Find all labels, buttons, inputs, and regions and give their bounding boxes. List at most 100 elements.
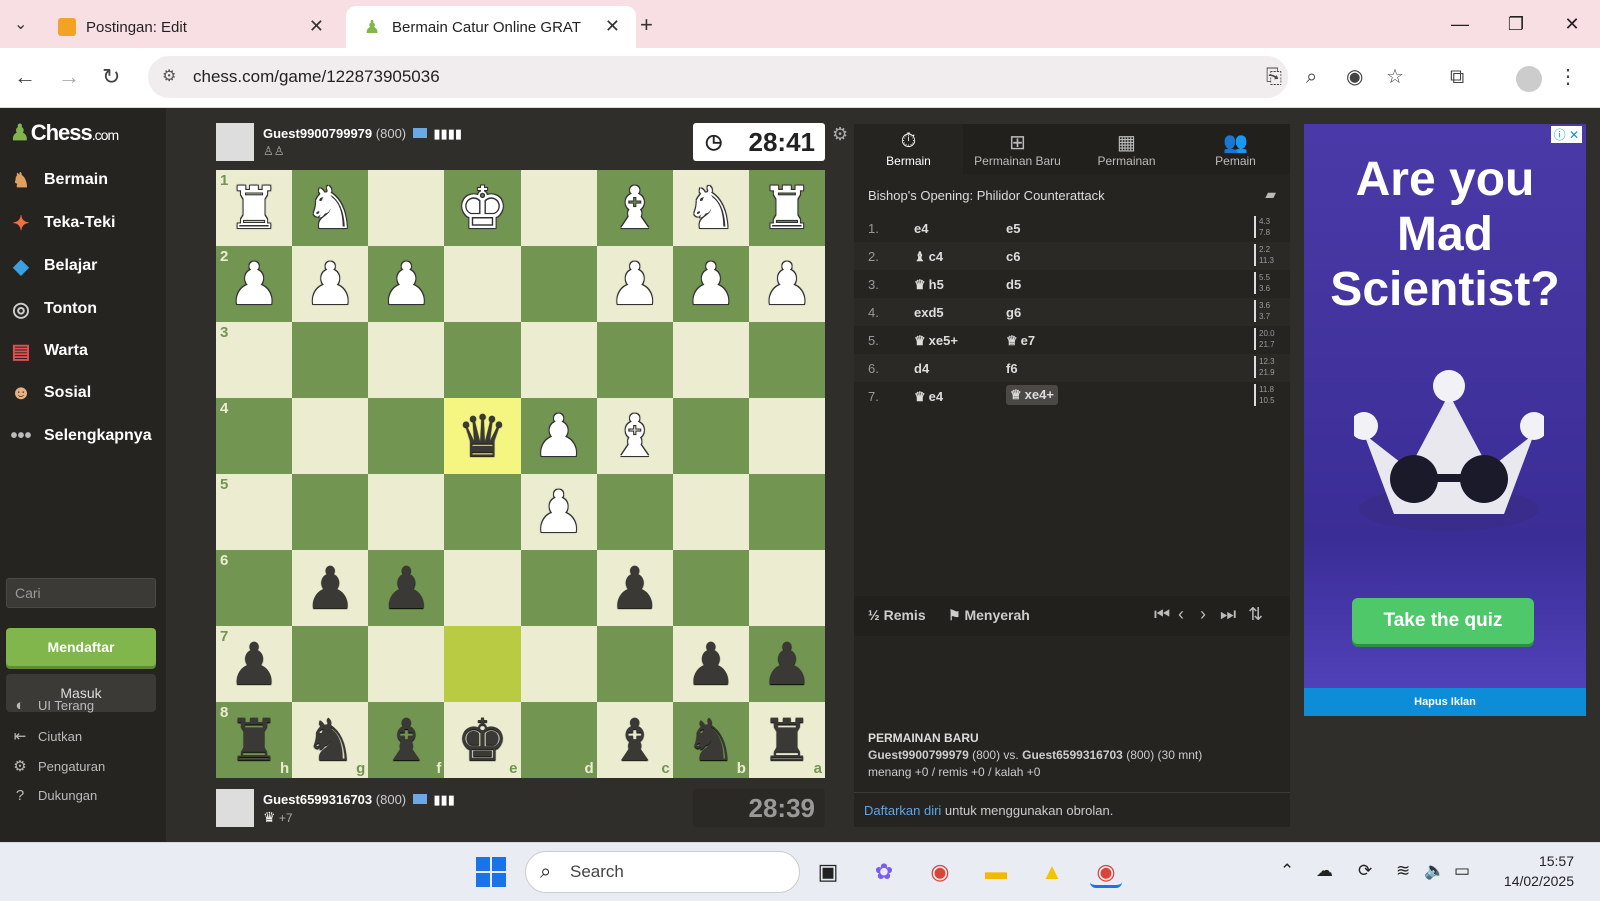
chess-board[interactable]: 1 ♜ ♞ ♚ ♝ ♞ ♜ 2 ♟ ♟ ♟ ♟ ♟ ♟ 3 4 ♛ ♟ ♝ 5 ♟ 6 ♟ ♟ ♟ 7 ♟ ♟ ♟ 8 h ♜ g ♞ f ♝ e ♚ d c… — [216, 170, 825, 778]
board-square[interactable]: ♟ — [368, 246, 445, 322]
board-square[interactable]: c ♝ — [596, 702, 673, 778]
board-square[interactable]: 8 h ♜ — [216, 702, 293, 778]
board-square[interactable]: ♝ — [596, 170, 673, 246]
chess-logo[interactable]: ♟Chess.com — [10, 120, 119, 146]
black-move[interactable]: g6 — [1006, 305, 1021, 320]
board-square[interactable] — [596, 626, 673, 702]
tab-permainan[interactable]: ▦ Permainan — [1072, 124, 1181, 174]
board-square[interactable]: 3 — [216, 322, 293, 398]
black-move[interactable]: ♕ xe4+ — [1006, 385, 1058, 405]
onedrive-icon[interactable]: ☁ — [1316, 861, 1333, 881]
board-square[interactable] — [520, 170, 597, 246]
board-square[interactable]: 4 — [216, 398, 293, 474]
battery-icon[interactable]: ▭ — [1454, 861, 1470, 881]
app-triangle-icon[interactable]: ▲ — [1036, 856, 1068, 888]
black-pawn-icon[interactable]: ♟ — [761, 635, 813, 693]
close-tab-icon[interactable]: ✕ — [309, 16, 324, 37]
board-square[interactable]: 6 — [216, 550, 293, 626]
windows-start-icon[interactable] — [476, 857, 506, 887]
taskbar-search[interactable]: ⌕ Search — [525, 851, 800, 893]
board-square[interactable] — [520, 246, 597, 322]
profile-avatar[interactable] — [1516, 66, 1542, 92]
board-square[interactable] — [292, 474, 369, 550]
black-pawn-icon[interactable]: ♟ — [228, 635, 280, 693]
board-square[interactable]: ♞ — [672, 170, 749, 246]
board-square[interactable] — [672, 474, 749, 550]
new-game-player2[interactable]: Guest6599316703 — [1022, 748, 1123, 762]
white-rook-icon[interactable]: ♜ — [228, 179, 280, 237]
board-square[interactable] — [672, 322, 749, 398]
board-square[interactable]: 5 — [216, 474, 293, 550]
site-info-icon[interactable]: ⚙ — [162, 56, 176, 98]
new-tab-icon[interactable]: + — [640, 12, 653, 38]
black-bishop-icon[interactable]: ♝ — [380, 711, 432, 769]
back-icon[interactable]: ← — [14, 65, 36, 89]
board-square[interactable] — [748, 474, 825, 550]
board-square[interactable]: ♟ — [520, 474, 597, 550]
board-square[interactable]: ♟ — [672, 626, 749, 702]
menu-dots-icon[interactable]: ⋮ — [1558, 65, 1578, 89]
zoom-icon[interactable]: ⌕ — [1306, 65, 1317, 89]
white-rook-icon[interactable]: ♜ — [761, 179, 813, 237]
board-square[interactable] — [444, 626, 521, 702]
taskbar-clock[interactable]: 15:57 14/02/2025 — [1504, 851, 1574, 891]
board-square[interactable] — [596, 474, 673, 550]
file-explorer-icon[interactable]: ▬ — [980, 856, 1012, 888]
task-view-icon[interactable]: ▣ — [812, 856, 844, 888]
new-game-player1[interactable]: Guest9900799979 — [868, 748, 969, 762]
black-move[interactable]: ♕ e7 — [1006, 333, 1035, 349]
opening-name[interactable]: Bishop's Opening: Philidor Counterattack — [868, 188, 1105, 203]
remove-ads-link[interactable]: Hapus Iklan — [1304, 688, 1586, 716]
reload-icon[interactable]: ↻ — [102, 65, 120, 89]
white-move[interactable]: ♛ h5 — [914, 277, 944, 293]
black-knight-icon[interactable]: ♞ — [685, 711, 737, 769]
chrome-active-icon[interactable]: ◉ — [1090, 856, 1122, 888]
board-square[interactable] — [672, 550, 749, 626]
sidebar-item-warta[interactable]: ▤ Warta — [8, 335, 88, 367]
white-pawn-icon[interactable]: ♟ — [533, 483, 585, 541]
board-square[interactable] — [368, 322, 445, 398]
board-square[interactable] — [368, 626, 445, 702]
ad-close-icon[interactable]: ⓘ ✕ — [1550, 126, 1582, 143]
bottom-player-avatar[interactable] — [216, 789, 254, 827]
white-bishop-icon[interactable]: ♝ — [609, 179, 661, 237]
black-move[interactable]: f6 — [1006, 361, 1018, 376]
close-tab-icon[interactable]: ✕ — [605, 16, 620, 37]
board-square[interactable]: ♟ — [368, 550, 445, 626]
next-move-icon[interactable]: › — [1200, 604, 1206, 625]
flip-board-icon[interactable]: ⇅ — [1248, 604, 1263, 625]
black-rook-icon[interactable]: ♜ — [228, 711, 280, 769]
board-square[interactable] — [444, 474, 521, 550]
white-pawn-icon[interactable]: ♟ — [609, 255, 661, 313]
bottom-player-info[interactable]: Guest6599316703 (800) ▮▮▮ — [263, 792, 455, 808]
white-king-icon[interactable]: ♚ — [456, 179, 508, 237]
white-knight-icon[interactable]: ♞ — [685, 179, 737, 237]
volume-icon[interactable]: 🔈 — [1424, 861, 1445, 881]
black-pawn-icon[interactable]: ♟ — [304, 559, 356, 617]
draw-button[interactable]: ½ Remis — [868, 607, 926, 623]
board-square[interactable]: 2 ♟ — [216, 246, 293, 322]
board-square[interactable]: f ♝ — [368, 702, 445, 778]
last-move-icon[interactable]: ⏭ — [1220, 604, 1236, 625]
top-player-avatar[interactable] — [216, 123, 254, 161]
extensions-icon[interactable]: ⧉ — [1450, 65, 1464, 89]
sidebar-item-bermain[interactable]: ♞ Bermain — [8, 164, 108, 196]
sidebar-item-tonton[interactable]: ◎ Tonton — [8, 293, 97, 325]
tray-chevron-icon[interactable]: ⌃ — [1280, 861, 1294, 881]
sidebar-item-selengkapnya[interactable]: ••• Selengkapnya — [8, 420, 151, 452]
board-square[interactable]: ♚ — [444, 170, 521, 246]
board-square[interactable]: 1 ♜ — [216, 170, 293, 246]
tab-pemain[interactable]: 👥 Pemain — [1181, 124, 1290, 174]
board-square[interactable] — [292, 626, 369, 702]
black-king-icon[interactable]: ♚ — [456, 711, 508, 769]
white-pawn-icon[interactable]: ♟ — [228, 255, 280, 313]
sidebar-collapse[interactable]: ⇤ Ciutkan — [10, 727, 82, 745]
forward-icon[interactable]: → — [58, 65, 80, 89]
signup-button[interactable]: Mendaftar — [6, 628, 156, 666]
board-square[interactable] — [748, 322, 825, 398]
board-square[interactable] — [368, 170, 445, 246]
sidebar-item-sosial[interactable]: ☻ Sosial — [8, 377, 91, 409]
board-square[interactable] — [672, 398, 749, 474]
advertisement[interactable]: ⓘ ✕ Are you Mad Scientist? Take the quiz… — [1304, 124, 1586, 716]
white-pawn-icon[interactable]: ♟ — [304, 255, 356, 313]
